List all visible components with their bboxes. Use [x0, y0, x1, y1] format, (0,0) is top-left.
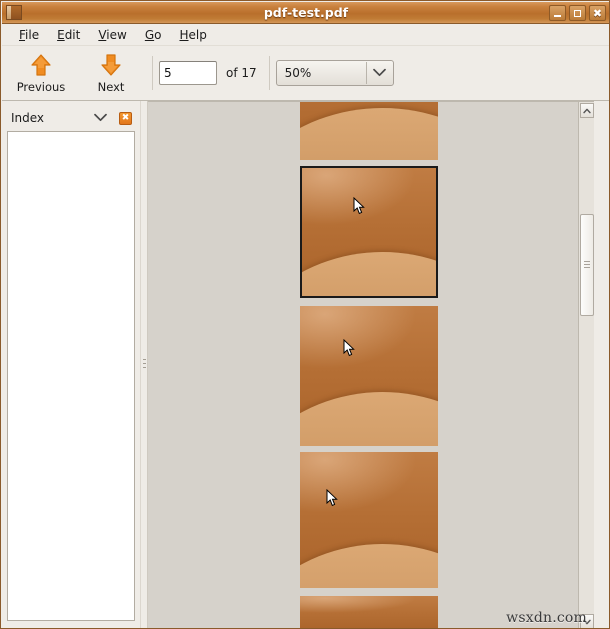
arrow-down-icon [99, 53, 123, 77]
document-view[interactable] [148, 101, 594, 628]
arrow-up-icon [29, 53, 53, 77]
sidebar: Index ✖ [2, 101, 140, 628]
menu-bar: File Edit View Go Help [2, 24, 609, 46]
window-controls: ✖ [549, 5, 606, 21]
sidebar-title: Index [11, 111, 45, 125]
window-title: pdf-test.pdf [263, 5, 349, 20]
menu-view-rest: iew [106, 27, 127, 42]
document-icon [6, 5, 22, 20]
page-thumbnail[interactable] [300, 102, 438, 160]
menu-edit-mnemonic: E [57, 27, 65, 42]
menu-help-rest: elp [188, 27, 207, 42]
chevron-down-icon [372, 66, 386, 80]
zoom-select-value: 50% [284, 66, 312, 80]
zoom-select[interactable]: 50% [275, 60, 394, 86]
page-thumbnail[interactable] [300, 306, 438, 446]
scrollbar-thumb[interactable] [580, 214, 594, 316]
next-button[interactable]: Next [76, 48, 146, 98]
menu-item-view[interactable]: View [89, 26, 135, 44]
page-image [302, 168, 436, 296]
splitter-grip [143, 359, 146, 371]
minimize-icon [554, 14, 561, 17]
maximize-button[interactable] [569, 5, 586, 21]
sidebar-content-panel[interactable] [7, 131, 135, 621]
menu-item-help[interactable]: Help [170, 26, 215, 44]
menu-item-edit[interactable]: Edit [48, 26, 89, 44]
page-thumbnail-selected[interactable] [300, 166, 438, 298]
watermark-text: wsxdn.com [506, 610, 587, 626]
page-thumbnail[interactable] [300, 452, 438, 588]
menu-go-rest: o [154, 27, 162, 42]
zoom-select-divider [365, 62, 367, 84]
scroll-up-button[interactable] [580, 103, 594, 118]
title-bar[interactable]: pdf-test.pdf ✖ [2, 2, 609, 24]
sidebar-splitter[interactable] [140, 101, 148, 628]
previous-button[interactable]: Previous [6, 48, 76, 98]
chevron-up-icon [583, 108, 591, 113]
close-icon: ✖ [592, 6, 603, 20]
page-number-input[interactable] [159, 61, 217, 85]
menu-go-mnemonic: G [144, 27, 155, 42]
application-window: pdf-test.pdf ✖ File Edit View Go Help Pr… [0, 0, 610, 629]
maximize-icon [574, 9, 581, 17]
menu-edit-rest: dit [64, 27, 81, 42]
toolbar: Previous Next of 17 50% [2, 46, 609, 101]
sidebar-header: Index ✖ [6, 107, 136, 129]
menu-help-mnemonic: H [179, 27, 189, 42]
page-image [300, 596, 438, 628]
chevron-down-icon[interactable] [94, 111, 107, 125]
page-total-label: of 17 [226, 66, 257, 80]
scrollbar-grip [584, 260, 590, 270]
vertical-scrollbar[interactable] [578, 102, 594, 628]
page-thumbnail[interactable] [300, 596, 438, 628]
toolbar-separator-2 [268, 56, 270, 90]
close-button[interactable]: ✖ [589, 5, 606, 21]
page-image [300, 102, 438, 160]
menu-item-go[interactable]: Go [136, 26, 171, 44]
page-image [300, 452, 438, 588]
menu-file-rest: ile [25, 27, 40, 42]
toolbar-separator-1 [152, 56, 153, 90]
previous-button-label: Previous [16, 79, 66, 94]
main-body: Index ✖ [2, 101, 609, 628]
minimize-button[interactable] [549, 5, 566, 21]
sidebar-close-button[interactable]: ✖ [119, 111, 132, 125]
menu-item-file[interactable]: File [10, 26, 48, 44]
next-button-label: Next [97, 79, 125, 94]
page-image [300, 306, 438, 446]
